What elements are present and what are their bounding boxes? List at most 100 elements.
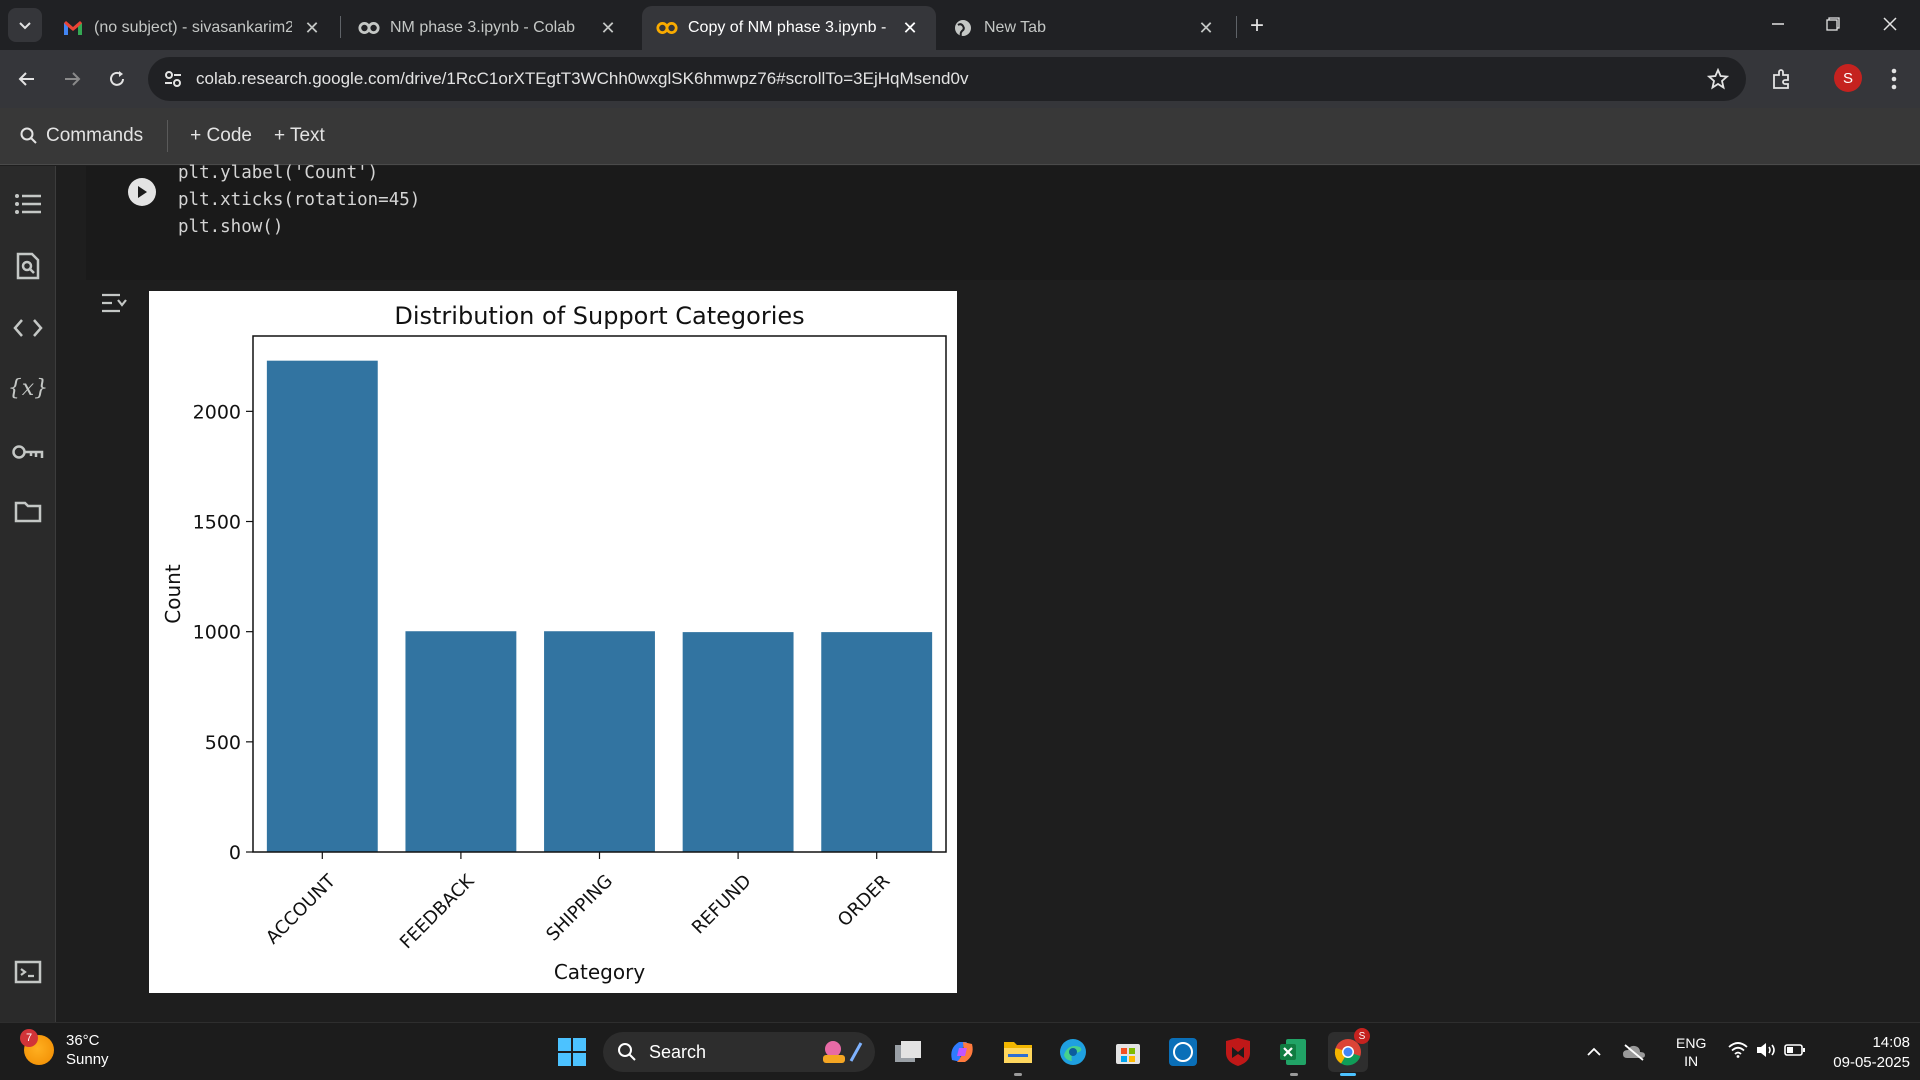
files-folder-icon[interactable] xyxy=(12,496,44,528)
add-text-cell-button[interactable]: + Text xyxy=(274,116,325,156)
chevron-down-icon xyxy=(19,22,31,30)
running-indicator xyxy=(1290,1073,1298,1076)
mcafee-button[interactable] xyxy=(1218,1032,1258,1072)
battery-icon[interactable] xyxy=(1784,1043,1806,1062)
chrome-profile-badge: S xyxy=(1354,1028,1370,1044)
wifi-icon[interactable] xyxy=(1728,1041,1748,1063)
terminal-icon[interactable] xyxy=(12,956,44,988)
restore-icon xyxy=(1826,17,1840,31)
commands-button[interactable]: Commands xyxy=(20,116,143,156)
tab-title: NM phase 3.ipynb - Colab xyxy=(390,19,575,36)
dell-icon xyxy=(1169,1038,1197,1066)
code-snippets-icon[interactable] xyxy=(12,312,44,344)
find-replace-icon[interactable] xyxy=(12,250,44,282)
tab-gmail[interactable]: (no subject) - sivasankarim2908 ✕ xyxy=(48,6,338,50)
onedrive-offline-icon[interactable] xyxy=(1614,1043,1654,1061)
tab-new-tab[interactable]: New Tab ✕ xyxy=(938,6,1232,50)
secrets-key-icon[interactable] xyxy=(12,436,44,468)
search-label: Search xyxy=(649,1041,707,1062)
colab-icon xyxy=(358,17,380,39)
tab-title: New Tab xyxy=(984,19,1046,36)
store-icon xyxy=(1116,1044,1140,1064)
close-tab-icon[interactable]: ✕ xyxy=(300,16,324,40)
taskbar-clock[interactable]: 14:08 09-05-2025 xyxy=(1810,1033,1910,1073)
bar-order xyxy=(821,632,933,852)
output-actions-icon[interactable] xyxy=(99,288,129,318)
forward-button[interactable] xyxy=(56,63,88,95)
code-fn: plt.show() xyxy=(178,217,284,237)
chart-title: Distribution of Support Categories xyxy=(394,302,804,330)
tab-colab-copy[interactable]: Copy of NM phase 3.ipynb - Co ✕ xyxy=(642,6,936,50)
edge-button[interactable] xyxy=(1053,1032,1093,1072)
y-tick-label: 0 xyxy=(229,842,241,864)
code-editor[interactable]: plt.ylabel('Count') plt.xticks(rotation=4… xyxy=(178,160,420,241)
search-highlight-icon xyxy=(823,1041,863,1063)
language-indicator[interactable]: ENG IN xyxy=(1676,1034,1706,1070)
globe-icon xyxy=(952,17,974,39)
chart-output: Distribution of Support Categories ACCOUN… xyxy=(149,291,957,993)
lang-line2: IN xyxy=(1684,1053,1699,1069)
minimize-button[interactable] xyxy=(1758,8,1798,40)
windows-taskbar: 7 36°C Sunny Search S ENG IN 14:08 09-05… xyxy=(0,1022,1920,1080)
y-axis-label: Count xyxy=(161,564,185,624)
url-text: colab.research.google.com/drive/1RcC1orX… xyxy=(196,69,969,88)
task-view-button[interactable] xyxy=(888,1032,928,1072)
code-fn: plt.ylabel('Count') xyxy=(178,163,379,183)
new-tab-button[interactable]: + xyxy=(1243,12,1271,40)
gmail-icon xyxy=(62,17,84,39)
close-icon xyxy=(1883,17,1897,31)
chrome-button[interactable]: S xyxy=(1328,1028,1370,1072)
tab-search-button[interactable] xyxy=(8,8,42,42)
site-info-icon[interactable] xyxy=(162,68,184,90)
reload-button[interactable] xyxy=(101,63,133,95)
browser-menu-button[interactable] xyxy=(1878,63,1910,95)
weather-desc: Sunny xyxy=(66,1051,109,1068)
browser-toolbar: colab.research.google.com/drive/1RcC1orX… xyxy=(0,50,1920,108)
minimize-icon xyxy=(1772,23,1784,25)
close-tab-icon[interactable]: ✕ xyxy=(898,16,922,40)
tab-colab[interactable]: NM phase 3.ipynb - Colab ✕ xyxy=(344,6,634,50)
code-cell[interactable]: plt.ylabel('Count') plt.xticks(rotation=4… xyxy=(86,163,1920,280)
colab-side-rail: {𝑥} xyxy=(0,166,56,1022)
sun-icon: 7 xyxy=(20,1029,54,1065)
clock-time: 14:08 xyxy=(1872,1034,1910,1051)
y-tick-label: 500 xyxy=(205,732,241,754)
close-tab-icon[interactable]: ✕ xyxy=(1194,16,1218,40)
x-tick-label: ORDER xyxy=(834,871,894,931)
x-tick-label: FEEDBACK xyxy=(396,870,479,953)
running-indicator xyxy=(1014,1073,1022,1076)
variables-icon[interactable]: {𝑥} xyxy=(8,372,48,404)
chevron-up-icon[interactable] xyxy=(1580,1047,1608,1057)
volume-icon[interactable] xyxy=(1756,1042,1778,1063)
copilot-button[interactable] xyxy=(942,1032,982,1072)
code-line: plt.xticks(rotation=45) xyxy=(178,187,420,214)
file-explorer-button[interactable] xyxy=(998,1032,1038,1072)
back-button[interactable] xyxy=(11,63,43,95)
extensions-button[interactable] xyxy=(1766,63,1798,95)
dell-button[interactable] xyxy=(1163,1032,1203,1072)
bar-refund xyxy=(682,632,794,852)
excel-button[interactable] xyxy=(1273,1032,1313,1072)
profile-avatar[interactable]: S xyxy=(1834,64,1862,92)
store-button[interactable] xyxy=(1108,1032,1148,1072)
taskbar-search[interactable]: Search xyxy=(603,1032,875,1072)
add-code-cell-button[interactable]: + Code xyxy=(190,116,252,156)
weather-widget[interactable]: 7 36°C Sunny xyxy=(20,1029,109,1069)
close-window-button[interactable] xyxy=(1870,8,1910,40)
weather-temp: 36°C xyxy=(66,1032,100,1049)
bookmark-star-icon[interactable] xyxy=(1706,67,1730,91)
add-code-label: + Code xyxy=(190,125,252,146)
start-button[interactable] xyxy=(552,1032,592,1072)
table-of-contents-icon[interactable] xyxy=(12,188,44,220)
run-cell-button[interactable] xyxy=(128,178,156,206)
arrow-left-icon xyxy=(18,72,34,86)
notebook-area: plt.ylabel('Count') plt.xticks(rotation=4… xyxy=(57,163,1920,1022)
puzzle-icon xyxy=(1773,69,1789,89)
code-line: plt.show() xyxy=(178,214,420,241)
mcafee-shield-icon xyxy=(1226,1038,1250,1066)
restore-button[interactable] xyxy=(1813,8,1853,40)
close-tab-icon[interactable]: ✕ xyxy=(596,16,620,40)
y-tick-label: 1500 xyxy=(193,512,241,534)
clock-date: 09-05-2025 xyxy=(1833,1054,1910,1071)
address-bar[interactable]: colab.research.google.com/drive/1RcC1orX… xyxy=(148,57,1746,101)
